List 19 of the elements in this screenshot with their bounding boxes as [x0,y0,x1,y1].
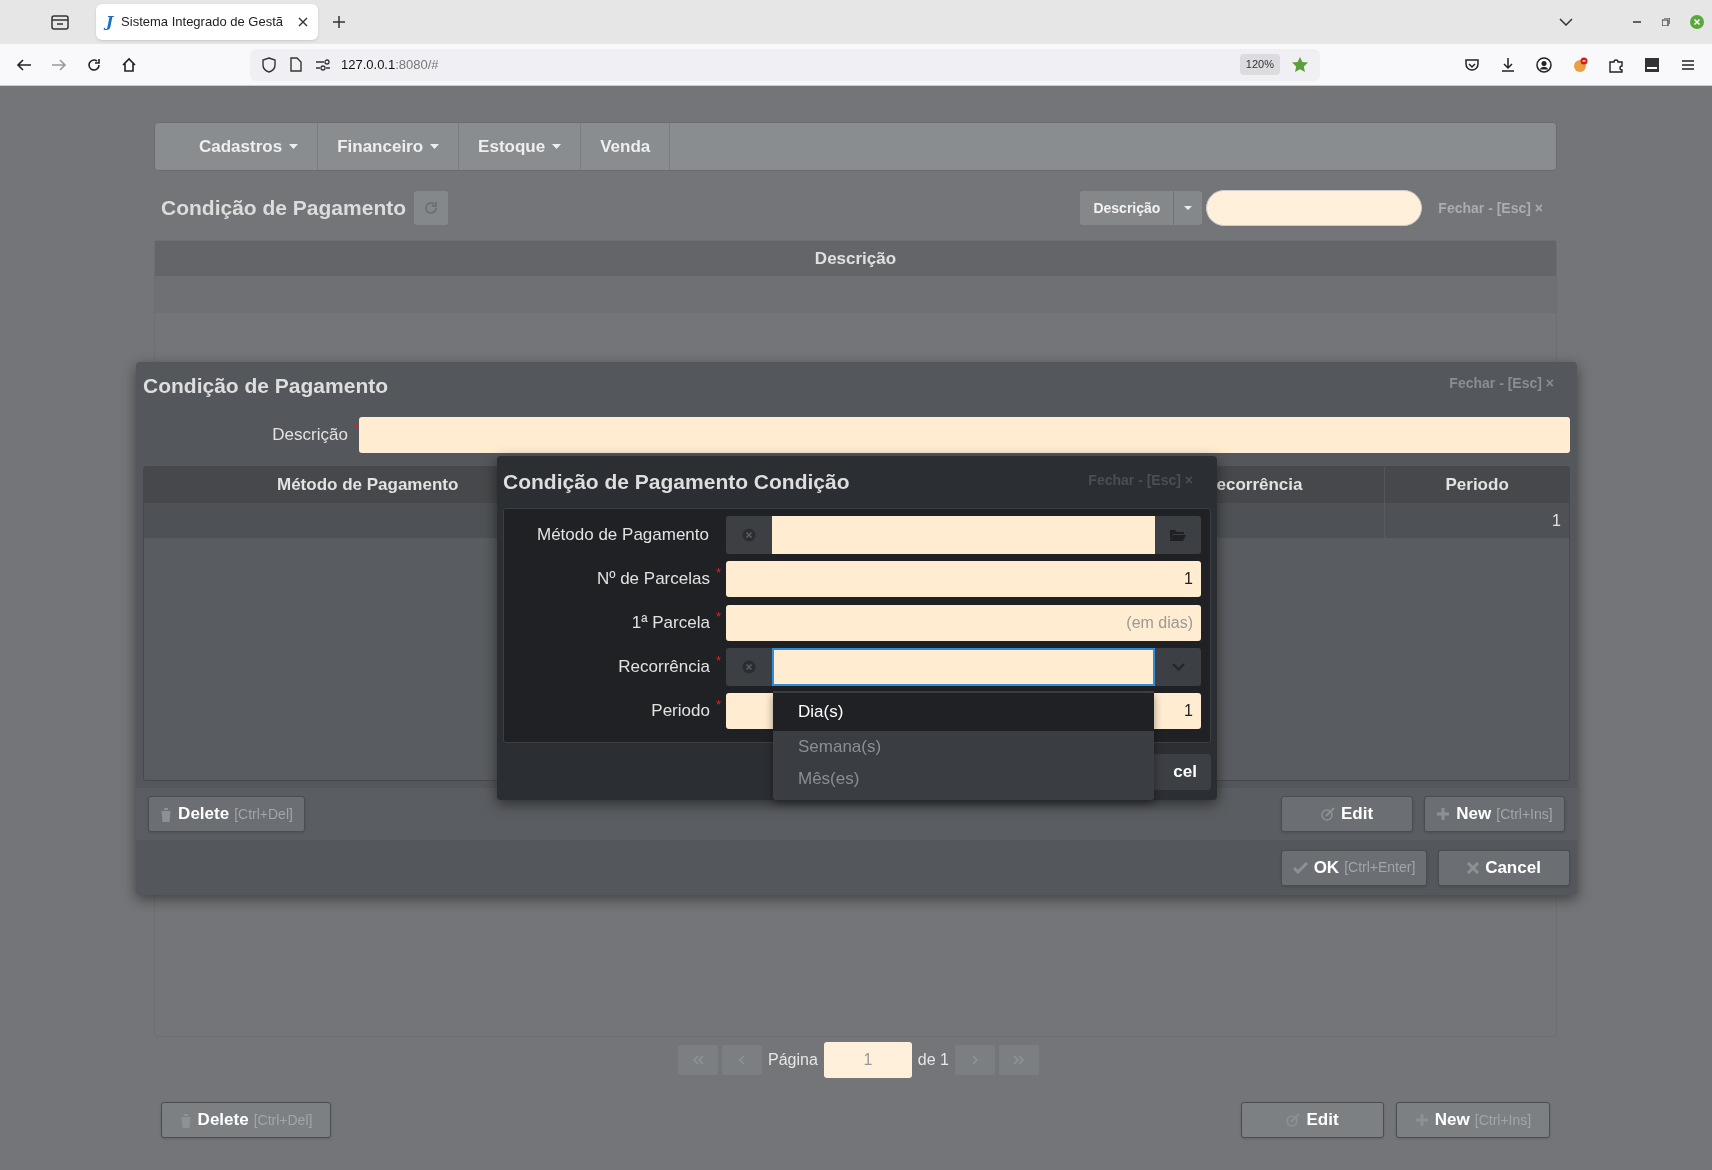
required-mark: * [353,420,359,439]
field-label: Periodo [651,700,710,723]
pagination-label: Página [768,1050,818,1070]
tab-title: Sistema Integrado de Gestã [121,13,284,32]
field-label: Recorrência [618,656,710,679]
field-label: Descrição [272,424,348,447]
page-count: de 1 [917,1050,949,1070]
field-label: Nº de Parcelas [596,568,710,591]
required-mark: * [715,564,721,583]
dialog-title: Condição de Pagamento Condição [503,469,850,496]
page-title: Condição de Pagamento [161,195,407,222]
required-mark: * [715,652,721,671]
required-mark: * [715,696,721,715]
field-label: Método de Pagamento [537,524,709,547]
url-text: 127.0.0.1:8080/# [341,55,439,74]
table-cell: 1 [1384,503,1569,538]
required-mark: * [715,608,721,627]
dialog-title: Condição de Pagamento [143,373,389,400]
field-label: 1ª Parcela [631,612,710,635]
